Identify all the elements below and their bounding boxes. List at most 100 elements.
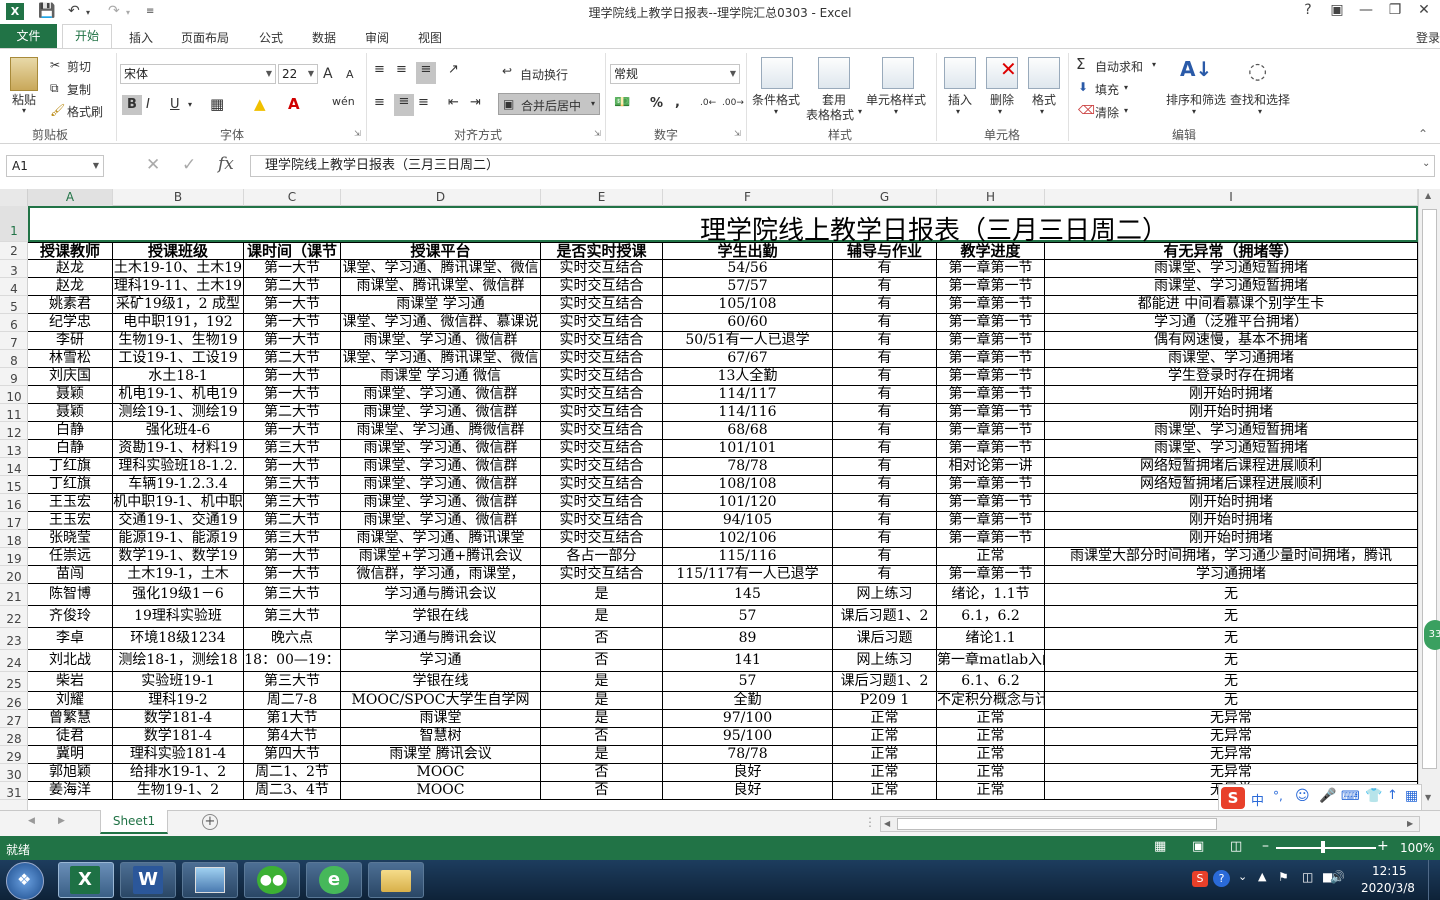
- table-cell[interactable]: 第二大节: [244, 512, 341, 529]
- row-header[interactable]: 3: [0, 260, 28, 278]
- row-header[interactable]: 20: [0, 566, 28, 584]
- table-cell[interactable]: 王玉宏: [28, 494, 113, 511]
- row-header[interactable]: 4: [0, 278, 28, 296]
- underline-dropdown-icon[interactable]: ▾: [188, 100, 192, 109]
- table-cell[interactable]: 聂颖: [28, 386, 113, 403]
- table-cell[interactable]: 有: [833, 422, 937, 439]
- format-as-table-label-2[interactable]: 表格格式: [806, 106, 854, 123]
- table-cell[interactable]: 第一章第一节: [937, 350, 1045, 367]
- table-cell[interactable]: 正常: [833, 710, 937, 727]
- table-cell[interactable]: 丁红旗: [28, 476, 113, 493]
- table-cell[interactable]: 第三大节: [244, 584, 341, 605]
- sheet-tab-sheet1[interactable]: Sheet1: [100, 810, 168, 834]
- table-cell[interactable]: 学习通与腾讯会议: [341, 628, 541, 649]
- row-header[interactable]: 24: [0, 650, 28, 672]
- table-cell[interactable]: 雨课堂 学习通 微信: [341, 368, 541, 385]
- floating-assistant-icon[interactable]: 33: [1424, 620, 1440, 650]
- table-cell[interactable]: 资勘19-1、材料19: [113, 440, 244, 457]
- table-cell[interactable]: 无: [1045, 650, 1418, 671]
- table-cell[interactable]: 实时交互结合: [541, 476, 663, 493]
- format-painter-icon[interactable]: 🖌: [50, 103, 65, 117]
- table-cell[interactable]: 全勤: [663, 692, 833, 709]
- table-cell[interactable]: 雨课堂 学习通: [341, 296, 541, 313]
- tab-split-handle[interactable]: ⋮: [864, 815, 876, 829]
- table-cell[interactable]: 有: [833, 314, 937, 331]
- table-cell[interactable]: 否: [541, 628, 663, 649]
- header-progress[interactable]: 教学进度: [937, 243, 1045, 259]
- table-cell[interactable]: 都能进 中间看慕课个别学生卡: [1045, 296, 1418, 313]
- table-cell[interactable]: 50/51有一人已退学: [663, 332, 833, 349]
- table-cell[interactable]: 第一大节: [244, 566, 341, 583]
- table-cell[interactable]: 刚开始时拥堵: [1045, 494, 1418, 511]
- table-cell[interactable]: 实时交互结合: [541, 440, 663, 457]
- page-break-view-icon[interactable]: ◫: [1230, 839, 1242, 854]
- scroll-down-icon[interactable]: ▼: [1425, 793, 1431, 802]
- tray-device-icon[interactable]: ◫: [1302, 870, 1313, 884]
- new-sheet-icon[interactable]: +: [202, 814, 218, 830]
- table-cell[interactable]: 学习通（泛雅平台拥堵）: [1045, 314, 1418, 331]
- shrink-font-button[interactable]: A: [346, 68, 354, 81]
- table-cell[interactable]: 有: [833, 404, 937, 421]
- table-cell[interactable]: 偶有网速慢，基本不拥堵: [1045, 332, 1418, 349]
- column-header-c[interactable]: C: [244, 189, 341, 206]
- page-layout-view-icon[interactable]: ▣: [1192, 839, 1204, 854]
- table-cell[interactable]: 否: [541, 728, 663, 745]
- table-cell[interactable]: 正常: [937, 728, 1045, 745]
- table-cell[interactable]: 绪论1.1: [937, 628, 1045, 649]
- percent-button[interactable]: %: [650, 96, 663, 111]
- delete-cells-button[interactable]: 删除: [990, 91, 1014, 108]
- merge-center-button[interactable]: ▣ 合并后居中 ▾: [498, 93, 600, 115]
- table-cell[interactable]: 白静: [28, 440, 113, 457]
- table-cell[interactable]: 实验班19-1: [113, 672, 244, 691]
- ime-lang-toggle[interactable]: 中: [1251, 790, 1264, 809]
- clear-button[interactable]: 清除: [1095, 104, 1119, 121]
- column-header-e[interactable]: E: [541, 189, 663, 206]
- table-cell[interactable]: 97/100: [663, 710, 833, 727]
- table-cell[interactable]: 网络短暂拥堵后课程进展顺利: [1045, 458, 1418, 475]
- table-cell[interactable]: 机电19-1、机电19: [113, 386, 244, 403]
- table-cell[interactable]: 有: [833, 296, 937, 313]
- table-cell[interactable]: P209 1: [833, 692, 937, 709]
- table-cell[interactable]: 有: [833, 386, 937, 403]
- align-right-icon[interactable]: ≡: [418, 95, 429, 110]
- table-cell[interactable]: 第一章第一节: [937, 278, 1045, 295]
- table-cell[interactable]: 实时交互结合: [541, 530, 663, 547]
- row-header[interactable]: 16: [0, 494, 28, 512]
- align-top-icon[interactable]: ≡: [374, 62, 385, 77]
- orientation-icon[interactable]: ↗: [448, 62, 459, 77]
- font-color-icon[interactable]: A: [288, 95, 300, 113]
- conditional-format-icon[interactable]: [761, 57, 793, 89]
- expand-formula-bar-icon[interactable]: ⌄: [1422, 158, 1430, 169]
- chevron-down-icon[interactable]: ▾: [1124, 106, 1128, 115]
- title-cell-a1[interactable]: 理学院线上教学日报表（三月三日周二）: [28, 206, 1418, 246]
- table-cell[interactable]: 徒君: [28, 728, 113, 745]
- table-cell[interactable]: 周二1、2节: [244, 764, 341, 781]
- table-cell[interactable]: 第一章第一节: [937, 368, 1045, 385]
- cell-styles-icon[interactable]: [882, 57, 914, 89]
- copy-button[interactable]: 复制: [67, 81, 91, 98]
- table-cell[interactable]: 冀明: [28, 746, 113, 763]
- table-cell[interactable]: 聂颖: [28, 404, 113, 421]
- show-desktop-button[interactable]: [1428, 860, 1440, 900]
- table-cell[interactable]: 实时交互结合: [541, 332, 663, 349]
- table-cell[interactable]: 18：00—19：: [244, 650, 341, 671]
- increase-indent-icon[interactable]: ⇥: [470, 95, 481, 110]
- table-cell[interactable]: 第1大节: [244, 710, 341, 727]
- table-cell[interactable]: 实时交互结合: [541, 422, 663, 439]
- table-cell[interactable]: 曾繁慧: [28, 710, 113, 727]
- header-attendance[interactable]: 学生出勤: [663, 243, 833, 259]
- table-cell[interactable]: 114/117: [663, 386, 833, 403]
- table-cell[interactable]: MOOC/SPOC大学生自学网: [341, 692, 541, 709]
- table-cell[interactable]: 正常: [937, 548, 1045, 565]
- table-cell[interactable]: 任崇远: [28, 548, 113, 565]
- table-cell[interactable]: 19理科实验班: [113, 606, 244, 627]
- table-cell[interactable]: 良好: [663, 764, 833, 781]
- close-button[interactable]: ✕: [1413, 2, 1435, 18]
- table-cell[interactable]: 课堂、学习通、腾讯课堂、微信: [341, 260, 541, 277]
- table-cell[interactable]: 第一大节: [244, 260, 341, 277]
- zoom-level[interactable]: 100%: [1400, 841, 1434, 855]
- table-cell[interactable]: 雨课堂+学习通+腾讯会议: [341, 548, 541, 565]
- font-name-combo[interactable]: 宋体 ▼: [120, 64, 276, 84]
- wrap-text-icon[interactable]: ↩: [502, 64, 512, 78]
- sort-filter-icon[interactable]: A↓: [1180, 57, 1212, 81]
